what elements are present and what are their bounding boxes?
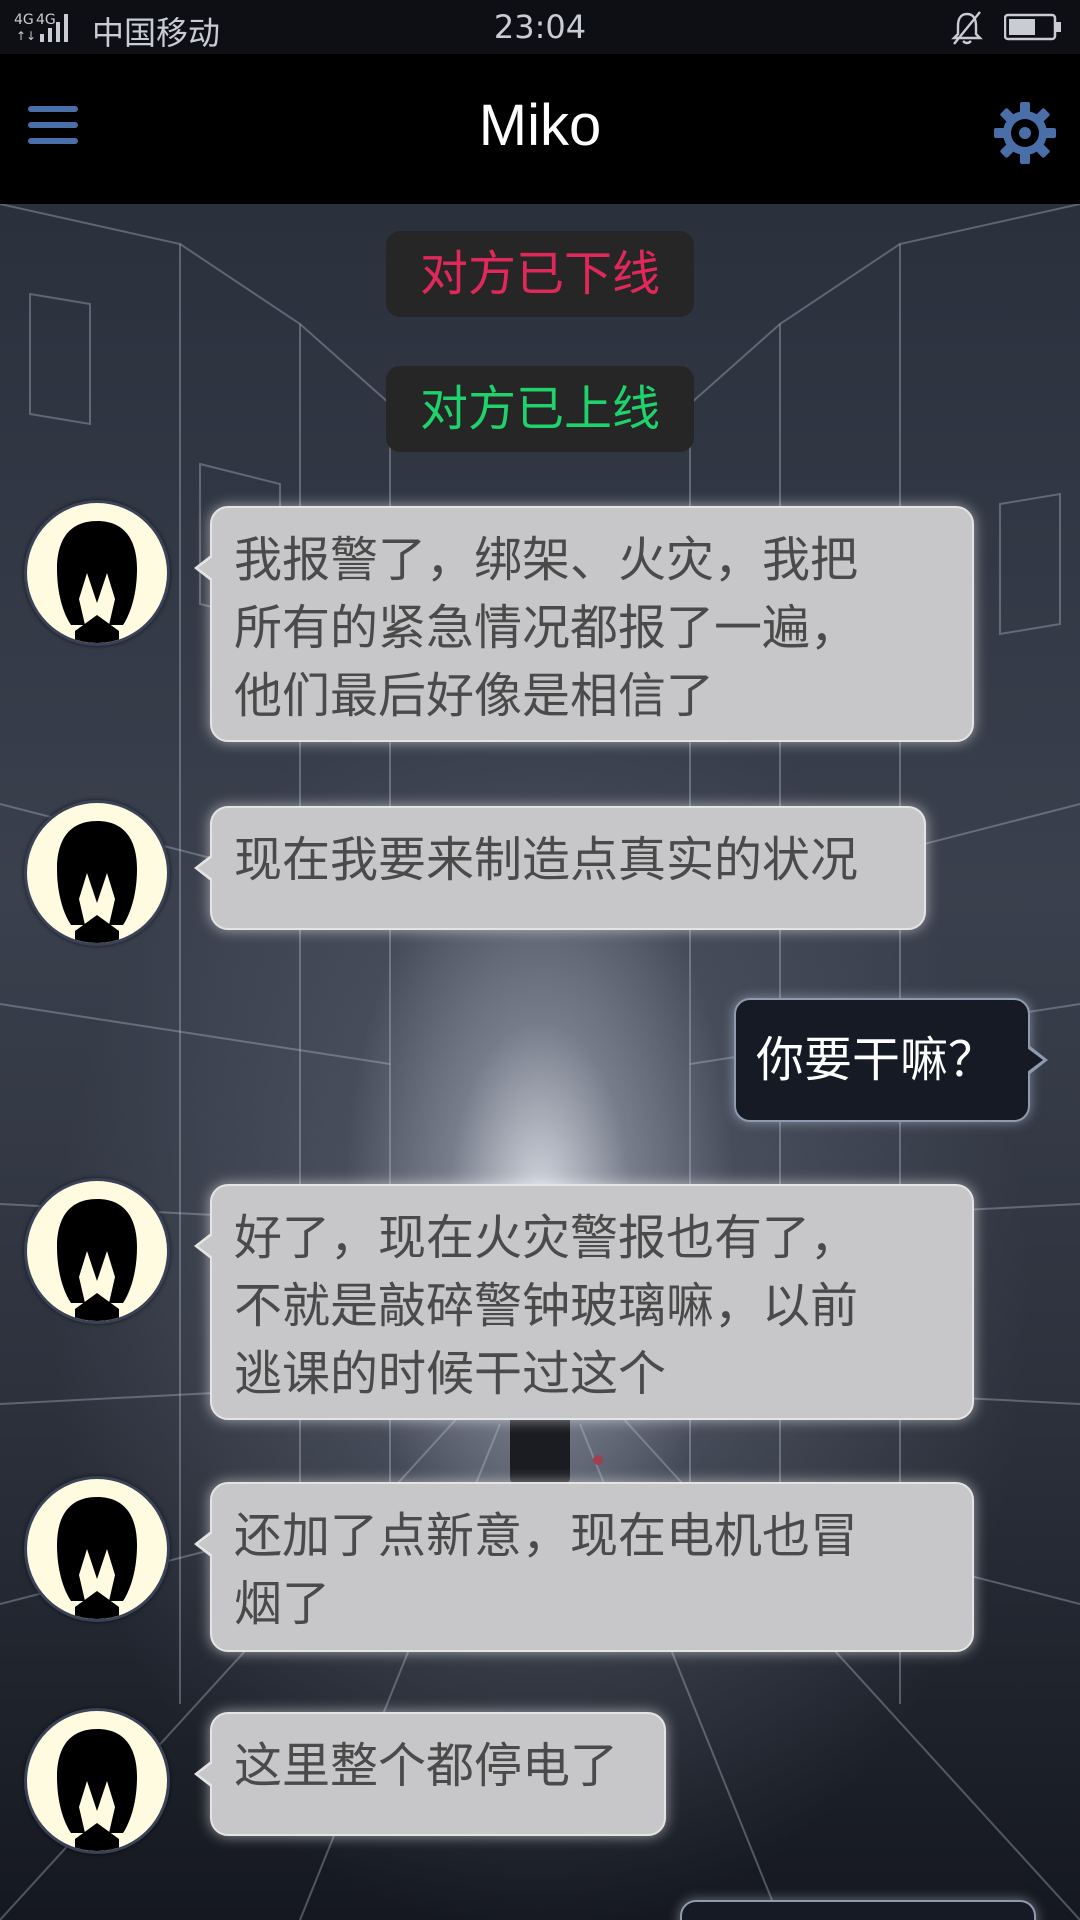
incoming-message[interactable]: 还加了点新意，现在电机也冒 烟了 — [194, 1482, 974, 1652]
clock: 23:04 — [493, 8, 587, 46]
mute-bell-icon — [951, 11, 983, 45]
system-message-offline: 对方已下线 — [386, 231, 694, 317]
avatar[interactable] — [24, 1708, 170, 1854]
girl-avatar-icon — [57, 521, 137, 643]
girl-avatar-icon — [57, 821, 137, 943]
incoming-message[interactable]: 现在我要来制造点真实的状况 — [194, 806, 926, 930]
avatar[interactable] — [24, 1178, 170, 1324]
page-title: Miko — [478, 93, 602, 158]
status-bar: 4G 4G ↑↓ 中国移动 23:04 — [0, 0, 1080, 54]
avatar[interactable] — [24, 800, 170, 946]
incoming-message[interactable]: 这里整个都停电了 — [194, 1712, 666, 1836]
system-message-online: 对方已上线 — [386, 366, 694, 452]
avatar[interactable] — [24, 500, 170, 646]
girl-avatar-icon — [57, 1199, 137, 1321]
outgoing-message-partial[interactable] — [680, 1900, 1036, 1920]
incoming-message[interactable]: 我报警了，绑架、火灾，我把 所有的紧急情况都报了一遍， 他们最后好像是相信了 — [194, 506, 974, 742]
chat-header: Miko — [0, 54, 1080, 204]
gear-icon[interactable] — [992, 100, 1058, 166]
girl-avatar-icon — [57, 1497, 137, 1619]
outgoing-message[interactable]: 你要干嘛？ — [734, 998, 1048, 1122]
girl-avatar-icon — [57, 1729, 137, 1851]
battery-icon — [1004, 13, 1061, 41]
incoming-message[interactable]: 好了，现在火灾警报也有了， 不就是敲碎警钟玻璃嘛，以前 逃课的时候干过这个 — [194, 1184, 974, 1420]
chat-area[interactable]: 对方已下线 对方已上线 我报警了，绑架、火灾，我把 所有的紧急情况都报了一遍， … — [0, 204, 1080, 1920]
avatar[interactable] — [24, 1476, 170, 1622]
